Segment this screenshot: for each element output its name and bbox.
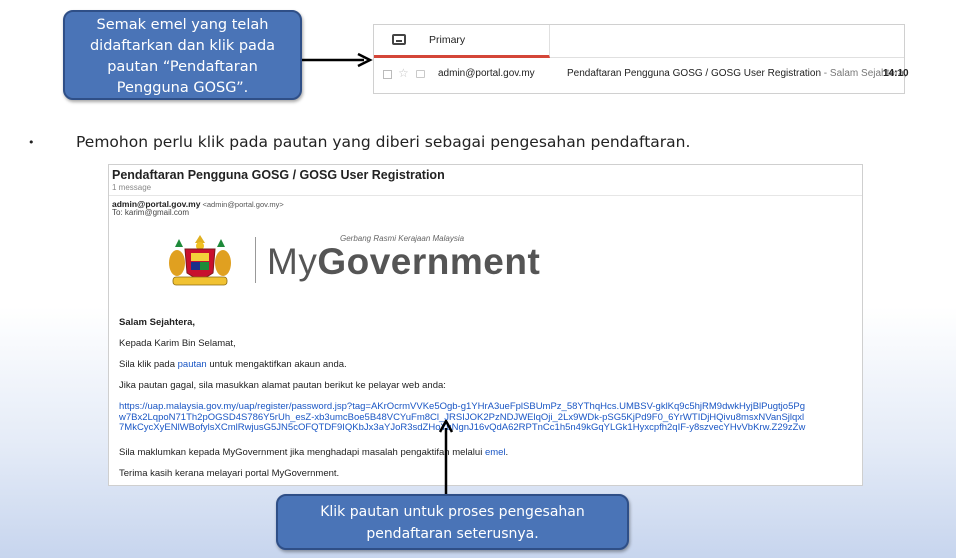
gmail-inbox-screenshot: Primary ☆ admin@portal.gov.my Pendaftara…: [373, 24, 909, 94]
greeting: Salam Sejahtera,: [119, 317, 196, 328]
logo-divider: [255, 237, 256, 283]
row-checkbox[interactable]: [383, 70, 392, 79]
p2-text-after: untuk mengaktifkan akaun anda.: [206, 359, 347, 370]
row-time: 14:10: [883, 68, 909, 79]
p4-text-after: .: [505, 447, 509, 458]
important-marker-icon[interactable]: [416, 70, 425, 78]
row-subject: Pendaftaran Pengguna GOSG / GOSG User Re…: [567, 68, 907, 79]
email-message-view: Pendaftaran Pengguna GOSG / GOSG User Re…: [108, 164, 863, 486]
email-to: To: karim@gmail.com: [112, 208, 190, 217]
instruction-callout-check-email: Semak emel yang telah didaftarkan dan kl…: [63, 10, 302, 100]
bullet-text: Pemohon perlu klik pada pautan yang dibe…: [76, 133, 691, 151]
addressee-line: Kepada Karim Bin Selamat,: [119, 338, 236, 349]
tab-bar-empty: [550, 25, 904, 58]
email-support-link[interactable]: emel: [485, 447, 506, 458]
logo-government: Government: [317, 241, 541, 282]
email-subject: Pendaftaran Pengguna GOSG / GOSG User Re…: [112, 168, 445, 182]
pointer-arrow-up: [438, 420, 454, 496]
p2-text-before: Sila klik pada: [119, 359, 178, 370]
callout-line: Pengguna GOSG”.: [116, 80, 249, 96]
row-sender: admin@portal.gov.my: [438, 68, 535, 79]
url-line[interactable]: https://uap.malaysia.gov.my/uap/register…: [119, 401, 859, 413]
logo-wordmark: MyGovernment: [267, 241, 540, 283]
malaysia-coat-of-arms-icon: [169, 235, 231, 286]
from-address: <admin@portal.gov.my>: [200, 200, 284, 209]
callout-line: pautan “Pendaftaran: [107, 59, 258, 75]
mygovernment-logo: Gerbang Rasmi Kerajaan Malaysia MyGovern…: [147, 231, 540, 291]
row-subject-text: Pendaftaran Pengguna GOSG / GOSG User Re…: [567, 68, 822, 79]
activation-url[interactable]: https://uap.malaysia.gov.my/uap/register…: [119, 401, 859, 434]
inbox-icon: [392, 34, 406, 45]
header-divider: [109, 195, 862, 196]
email-list-row[interactable]: ☆ admin@portal.gov.my Pendaftaran Penggu…: [374, 64, 909, 88]
activation-link[interactable]: pautan: [178, 359, 207, 370]
message-count: 1 message: [112, 183, 152, 192]
tab-primary[interactable]: Primary: [374, 25, 550, 58]
bullet-dot: •: [28, 136, 35, 149]
thank-you-line: Terima kasih kerana melayari portal MyGo…: [119, 468, 340, 479]
tab-primary-label: Primary: [429, 34, 466, 46]
url-line[interactable]: 7MkCycXyENlWBofylsXCmlRwjusG5JN5cOFQTDF9…: [119, 422, 859, 434]
callout-line: didaftarkan dan klik pada: [89, 38, 276, 54]
pointer-arrow-right: [302, 52, 373, 68]
star-icon[interactable]: ☆: [398, 66, 409, 80]
logo-my: My: [267, 241, 318, 282]
callout-line: pendaftaran seterusnya.: [366, 526, 539, 542]
callout-line: Semak emel yang telah: [96, 17, 269, 33]
fallback-instruction: Jika pautan gagal, sila masukkan alamat …: [119, 380, 446, 391]
callout-line: Klik pautan untuk proses pengesahan: [320, 504, 585, 520]
instruction-callout-click-link: Klik pautan untuk proses pengesahan pend…: [276, 494, 629, 550]
activation-instruction: Sila klik pada pautan untuk mengaktifkan…: [119, 359, 347, 370]
p4-text-before: Sila maklumkan kepada MyGovernment jika …: [119, 447, 485, 458]
